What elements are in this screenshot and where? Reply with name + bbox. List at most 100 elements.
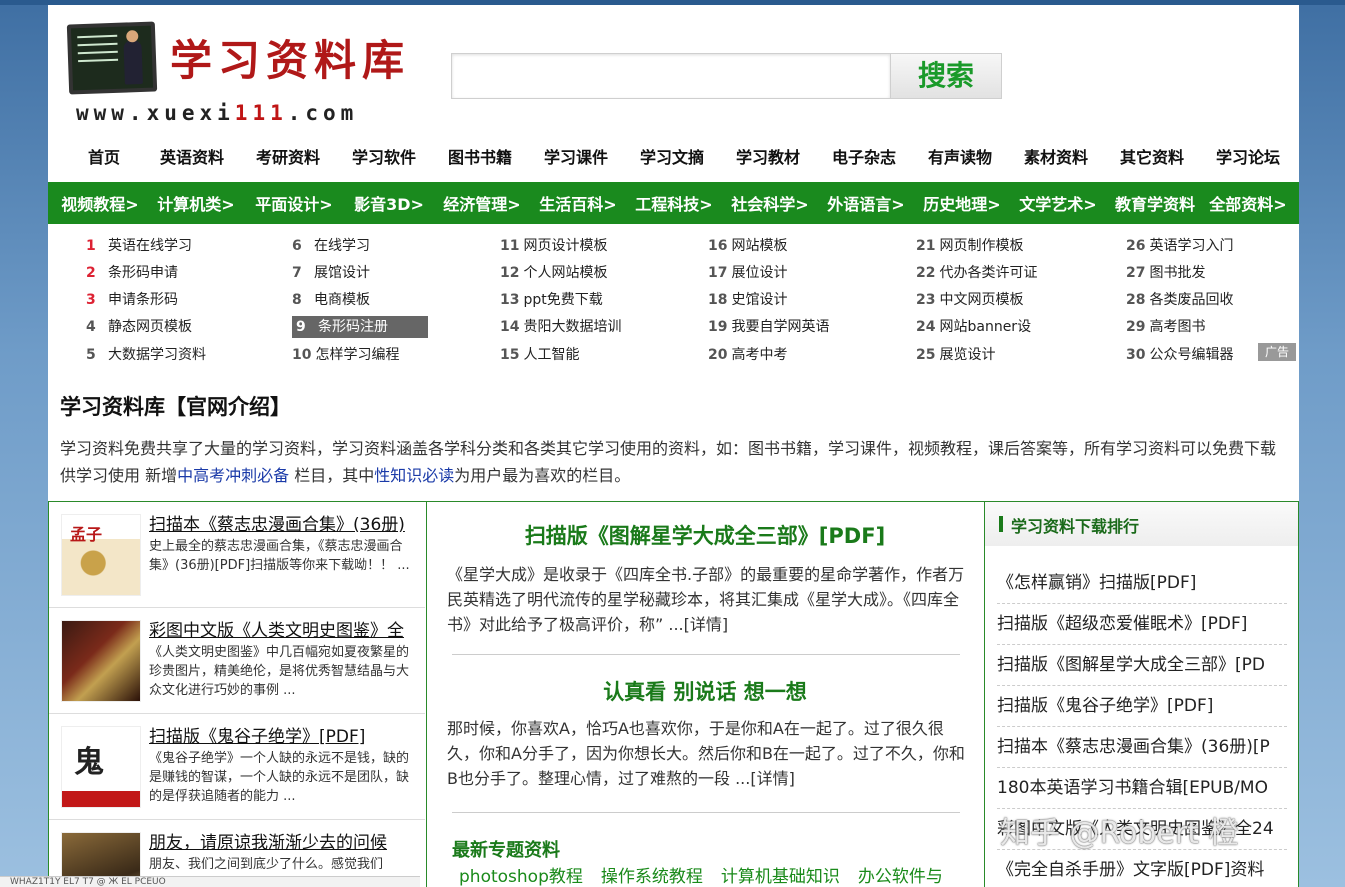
link-item-22[interactable]: 22 代办各类许可证	[916, 262, 1037, 284]
intro-link-exam[interactable]: 中高考冲刺必备	[177, 466, 289, 485]
link-item-6[interactable]: 6 在线学习	[292, 235, 370, 257]
link-item-10[interactable]: 10 怎样学习编程	[292, 344, 399, 366]
link-item-28[interactable]: 28 各类废品回收	[1126, 289, 1233, 311]
book-title-link[interactable]: 扫描版《鬼谷子绝学》[PDF]	[149, 722, 419, 747]
ranking-item[interactable]: 扫描版《鬼谷子绝学》[PDF]	[997, 686, 1287, 727]
nav-item[interactable]: 学习论坛	[1204, 143, 1292, 173]
nav-item[interactable]: 图书书籍	[436, 143, 524, 173]
link-text: 条形码申请	[108, 265, 178, 281]
nav-item[interactable]: 素材资料	[1012, 143, 1100, 173]
book-list: 孟子 扫描本《蔡志忠漫画合集》(36册) 史上最全的蔡志忠漫画合集，《蔡志忠漫画…	[48, 501, 426, 887]
link-number: 20	[708, 347, 728, 363]
feature-title-link[interactable]: 扫描版《图解星学大成全三部》[PDF]	[427, 520, 983, 550]
topic-link[interactable]: 办公软件与	[858, 862, 943, 887]
link-text: 各类废品回收	[1149, 292, 1234, 308]
link-item-14[interactable]: 14 贵阳大数据培训	[500, 316, 621, 338]
book-title-link[interactable]: 朋友，请原谅我渐渐少去的问候	[149, 828, 419, 853]
category-link[interactable]: 视频教程>	[52, 191, 148, 215]
category-link[interactable]: 经济管理>	[434, 191, 530, 215]
link-item-5[interactable]: 5 大数据学习资料	[86, 344, 206, 366]
link-item-2[interactable]: 2 条形码申请	[86, 262, 178, 284]
nav-item[interactable]: 其它资料	[1108, 143, 1196, 173]
list-item[interactable]: 彩图中文版《人类文明史图鉴》全 《人类文明史图鉴》中几百幅宛如夏夜繁星的珍贵图片…	[49, 608, 425, 714]
category-link[interactable]: 平面设计>	[244, 191, 344, 215]
ranking-header: 学习资料下载排行	[985, 502, 1298, 546]
link-text: ppt免费下载	[523, 292, 603, 308]
link-item-25[interactable]: 25 展览设计	[916, 344, 995, 366]
category-link[interactable]: 全部资料>	[1204, 191, 1292, 215]
link-item-21[interactable]: 21 网页制作模板	[916, 235, 1023, 257]
link-item-12[interactable]: 12 个人网站模板	[500, 262, 607, 284]
topic-link[interactable]: 操作系统教程	[601, 862, 703, 887]
link-text: 展馆设计	[314, 265, 370, 281]
list-item[interactable]: 鬼 扫描版《鬼谷子绝学》[PDF] 《鬼谷子绝学》一个人缺的永远不是钱，缺的是赚…	[49, 714, 425, 820]
intro-link-health[interactable]: 性知识必读	[374, 466, 454, 485]
ranking-item[interactable]: 扫描本《蔡志忠漫画合集》(36册)[P	[997, 727, 1287, 768]
category-link[interactable]: 工程科技>	[626, 191, 722, 215]
nav-item[interactable]: 有声读物	[916, 143, 1004, 173]
nav-item[interactable]: 首页	[60, 143, 148, 173]
nav-item[interactable]: 学习文摘	[628, 143, 716, 173]
ranking-item[interactable]: 《怎样赢销》扫描版[PDF]	[997, 563, 1287, 604]
ranking-marker	[999, 516, 1003, 532]
site-logo[interactable]: 学习资料库 www.xuexi111.com	[66, 17, 418, 125]
feature-title-link[interactable]: 认真看 别说话 想一想	[427, 676, 983, 706]
link-item-30[interactable]: 30 公众号编辑器	[1126, 344, 1233, 366]
logo-url: www.xuexi111.com	[76, 101, 359, 125]
ranking-item[interactable]: 180本英语学习书籍合辑[EPUB/MO	[997, 768, 1287, 809]
link-item-11[interactable]: 11 网页设计模板	[500, 235, 607, 257]
link-item-13[interactable]: 13 ppt免费下载	[500, 289, 603, 311]
link-item-7[interactable]: 7 展馆设计	[292, 262, 370, 284]
link-number: 22	[916, 265, 936, 281]
link-item-16[interactable]: 16 网站模板	[708, 235, 787, 257]
page: 学习资料库 www.xuexi111.com 搜索 首页 英语资料 考研资料 学习软件…	[48, 5, 1299, 887]
link-item-15[interactable]: 15 人工智能	[500, 344, 579, 366]
topic-link[interactable]: photoshop教程	[459, 862, 583, 887]
link-item-1[interactable]: 1 英语在线学习	[86, 235, 192, 257]
nav-item[interactable]: 英语资料	[148, 143, 236, 173]
link-item-26[interactable]: 26 英语学习入门	[1126, 235, 1233, 257]
link-text: 网页设计模板	[523, 238, 608, 254]
link-item-8[interactable]: 8 电商模板	[292, 289, 370, 311]
topic-link[interactable]: 计算机基础知识	[721, 862, 840, 887]
book-desc: 《人类文明史图鉴》中几百幅宛如夏夜繁星的珍贵图片，精美绝伦，是将优秀智慧结晶与大…	[149, 645, 410, 698]
link-item-4[interactable]: 4 静态网页模板	[86, 316, 192, 338]
category-link[interactable]: 影音3D>	[344, 191, 434, 215]
link-item-3[interactable]: 3 申请条形码	[86, 289, 178, 311]
link-number: 27	[1126, 265, 1146, 281]
link-item-19[interactable]: 19 我要自学网英语	[708, 316, 829, 338]
link-item-18[interactable]: 18 史馆设计	[708, 289, 787, 311]
list-item[interactable]: 孟子 扫描本《蔡志忠漫画合集》(36册) 史上最全的蔡志忠漫画合集，《蔡志忠漫画…	[49, 502, 425, 608]
link-item-29[interactable]: 29 高考图书	[1126, 316, 1205, 338]
link-item-23[interactable]: 23 中文网页模板	[916, 289, 1023, 311]
ad-badge: 广告	[1258, 343, 1296, 361]
category-link[interactable]: 计算机类>	[148, 191, 244, 215]
link-text: 代办各类许可证	[939, 265, 1038, 281]
category-link[interactable]: 生活百科>	[530, 191, 626, 215]
book-title-link[interactable]: 扫描本《蔡志忠漫画合集》(36册)	[149, 510, 419, 535]
category-link[interactable]: 社会科学>	[722, 191, 818, 215]
ranking-item[interactable]: 扫描版《超级恋爱催眠术》[PDF]	[997, 604, 1287, 645]
category-link[interactable]: 外语语言>	[818, 191, 914, 215]
link-number: 15	[500, 347, 520, 363]
search-input[interactable]	[451, 53, 891, 99]
nav-item[interactable]: 学习教材	[724, 143, 812, 173]
link-item-27[interactable]: 27 图书批发	[1126, 262, 1205, 284]
ranking-item[interactable]: 扫描版《图解星学大成全三部》[PD	[997, 645, 1287, 686]
category-link[interactable]: 文学艺术>	[1010, 191, 1106, 215]
nav-item[interactable]: 学习软件	[340, 143, 428, 173]
logo-blackboard-image	[66, 21, 158, 95]
link-item-17[interactable]: 17 展位设计	[708, 262, 787, 284]
category-link[interactable]: 历史地理>	[914, 191, 1010, 215]
link-item-9[interactable]: 9 条形码注册	[292, 316, 428, 338]
nav-item[interactable]: 电子杂志	[820, 143, 908, 173]
book-title-link[interactable]: 彩图中文版《人类文明史图鉴》全	[149, 616, 419, 641]
search-button[interactable]: 搜索	[890, 53, 1002, 99]
link-text: 怎样学习编程	[315, 347, 400, 363]
ranking-item[interactable]: 《完全自杀手册》文字版[PDF]资料	[997, 850, 1287, 887]
link-item-24[interactable]: 24 网站banner设	[916, 316, 1031, 338]
link-item-20[interactable]: 20 高考中考	[708, 344, 787, 366]
category-link[interactable]: 教育学资料	[1106, 191, 1204, 215]
nav-item[interactable]: 考研资料	[244, 143, 332, 173]
nav-item[interactable]: 学习课件	[532, 143, 620, 173]
